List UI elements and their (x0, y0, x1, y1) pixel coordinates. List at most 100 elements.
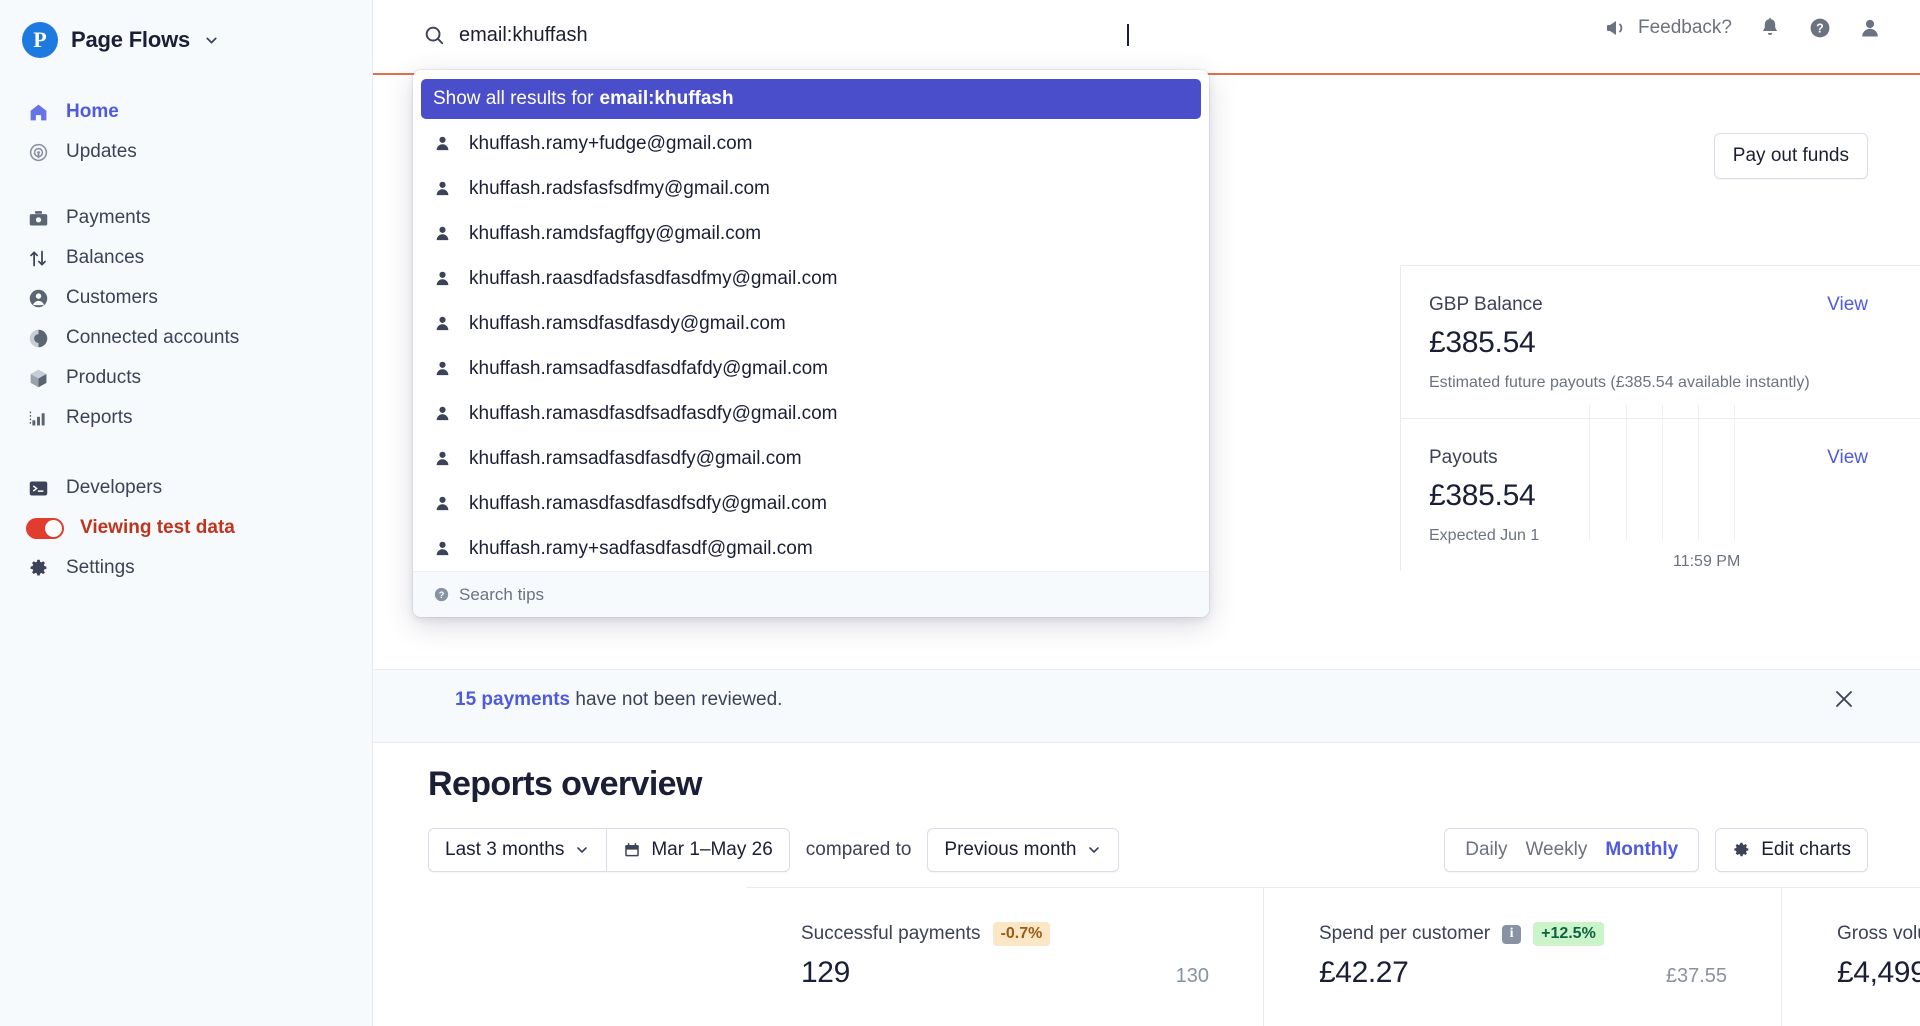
suggestion-item[interactable]: khuffash.ramasdfasdfasdfsdfy@gmail.com (413, 481, 1209, 526)
granularity-toggle[interactable]: Daily Weekly Monthly (1444, 828, 1700, 872)
brand-logo: P (22, 22, 58, 58)
sidebar-item-developers[interactable]: Developers (0, 468, 372, 508)
sidebar-item-label: Balances (66, 247, 145, 268)
suggestion-item[interactable]: khuffash.ramasdfasdfsadfasdfy@gmail.com (413, 391, 1209, 436)
feedback-label: Feedback? (1637, 17, 1732, 38)
balance-amount: £385.54 (1429, 326, 1536, 359)
gear-icon (26, 556, 50, 580)
payouts-label: Payouts (1429, 447, 1498, 468)
sidebar-item-updates[interactable]: Updates (0, 132, 372, 172)
sidebar: P Page Flows Home Updates Payments Balan… (0, 0, 373, 1026)
compared-to-label: compared to (805, 839, 912, 860)
metric-value: £42.27 (1319, 956, 1409, 989)
chart-view-controls: Daily Weekly Monthly Edit charts (1444, 828, 1868, 872)
date-range-value[interactable]: Mar 1–May 26 (606, 828, 790, 872)
balance-panel: GBP Balance View £385.54 Estimated futur… (1400, 265, 1920, 571)
toggle-on-icon[interactable] (26, 516, 64, 540)
metric-delta-badge: -0.7% (992, 922, 1051, 946)
bell-icon[interactable] (1758, 16, 1782, 40)
notice-link[interactable]: 15 payments (455, 689, 570, 710)
metric-card-successful-payments: Successful payments -0.7% 129 130 (746, 888, 1264, 1026)
edit-charts-label: Edit charts (1761, 839, 1851, 860)
suggestion-item[interactable]: khuffash.ramsadfasdfasdfafdy@gmail.com (413, 346, 1209, 391)
sidebar-item-customers[interactable]: Customers (0, 278, 372, 318)
metric-title: Successful payments (801, 923, 981, 944)
search-suggestions-dropdown: Show all results for email:khuffash khuf… (413, 70, 1209, 617)
sidebar-item-viewing-test-data[interactable]: Viewing test data (0, 508, 372, 548)
sidebar-item-products[interactable]: Products (0, 358, 372, 398)
connected-accounts-icon (26, 326, 50, 350)
info-icon[interactable]: i (1502, 924, 1522, 944)
balance-label: GBP Balance (1429, 294, 1543, 315)
person-icon (433, 404, 453, 423)
search-tips-link[interactable]: ? Search tips (413, 571, 1209, 617)
suggestion-email: khuffash.ramasdfasdfsadfasdfy@gmail.com (469, 402, 838, 424)
metric-card-spend-per-customer: Spend per customer i +12.5% £42.27 £37.5… (1264, 888, 1782, 1026)
granularity-weekly[interactable]: Weekly (1525, 839, 1587, 861)
metric-title: Spend per customer (1319, 923, 1491, 944)
edit-charts-button[interactable]: Edit charts (1715, 828, 1868, 872)
suggestion-item[interactable]: khuffash.radsfasfsdfmy@gmail.com (413, 166, 1209, 211)
pay-out-funds-button[interactable]: Pay out funds (1713, 133, 1868, 179)
metric-value: £4,499.60 (1837, 956, 1920, 989)
question-circle-icon: ? (433, 586, 450, 603)
question-circle-icon[interactable]: ? (1808, 16, 1832, 40)
sidebar-item-label: Settings (66, 557, 135, 578)
granularity-daily[interactable]: Daily (1465, 839, 1507, 861)
date-range-select[interactable]: Last 3 months (428, 828, 607, 872)
products-icon (26, 366, 50, 390)
suggestion-item[interactable]: khuffash.ramdsfagffgy@gmail.com (413, 211, 1209, 256)
granularity-monthly[interactable]: Monthly (1605, 839, 1678, 861)
megaphone-icon (1604, 16, 1628, 40)
show-all-prefix: Show all results for (433, 88, 594, 109)
suggestion-email: khuffash.ramsadfasdfasdfafdy@gmail.com (469, 357, 828, 379)
metric-delta-badge: +12.5% (1533, 922, 1604, 946)
page-title: Reports overview (428, 765, 702, 803)
search-icon (423, 24, 445, 46)
suggestion-item[interactable]: khuffash.ramy+fudge@gmail.com (413, 121, 1209, 166)
sidebar-item-label: Viewing test data (80, 517, 235, 538)
brand-name: Page Flows (71, 27, 191, 52)
suggestion-email: khuffash.ramy+sadfasdfasdf@gmail.com (469, 537, 813, 559)
header-actions: Feedback? ? (1604, 16, 1882, 40)
search-bar[interactable] (423, 14, 1163, 56)
sidebar-item-connected-accounts[interactable]: Connected accounts (0, 318, 372, 358)
payouts-view-link[interactable]: View (1827, 447, 1868, 469)
payouts-amount: £385.54 (1429, 479, 1536, 512)
sidebar-item-label: Reports (66, 407, 133, 428)
sidebar-item-reports[interactable]: Reports (0, 398, 372, 438)
chevron-down-icon (1086, 842, 1102, 858)
metric-value: 129 (801, 956, 850, 989)
sidebar-item-home[interactable]: Home (0, 92, 372, 132)
person-icon (433, 179, 453, 198)
svg-text:?: ? (439, 590, 445, 600)
suggestion-item[interactable]: khuffash.ramsdfasdfasdy@gmail.com (413, 301, 1209, 346)
sidebar-item-settings[interactable]: Settings (0, 548, 372, 588)
feedback-button[interactable]: Feedback? (1604, 16, 1732, 40)
balance-view-link[interactable]: View (1827, 294, 1868, 316)
metric-previous-value: £37.55 (1665, 965, 1727, 987)
user-avatar-icon[interactable] (1858, 16, 1882, 40)
notice-rest: have not been reviewed. (570, 689, 783, 710)
suggestion-item[interactable]: khuffash.raasdfadsfasdfasdfmy@gmail.com (413, 256, 1209, 301)
svg-text:?: ? (1816, 22, 1824, 36)
brand-switcher[interactable]: P Page Flows (0, 0, 372, 58)
terminal-icon (26, 476, 50, 500)
sidebar-item-label: Payments (66, 207, 151, 228)
suggestion-item[interactable]: khuffash.ramy+sadfasdfasdf@gmail.com (413, 526, 1209, 571)
compare-period-select[interactable]: Previous month (927, 828, 1120, 872)
nav-group-system: Developers Viewing test data Settings (0, 468, 372, 588)
sidebar-item-balances[interactable]: Balances (0, 238, 372, 278)
sidebar-item-label: Updates (66, 141, 137, 162)
suggestion-item[interactable]: khuffash.ramsadfasdfasdfy@gmail.com (413, 436, 1209, 481)
gear-icon (1732, 841, 1751, 860)
sidebar-item-payments[interactable]: Payments (0, 198, 372, 238)
reports-icon (26, 406, 50, 430)
search-tips-label: Search tips (459, 584, 545, 604)
close-icon[interactable] (1832, 687, 1856, 716)
show-all-results-option[interactable]: Show all results for email:khuffash (421, 79, 1201, 119)
person-icon (433, 494, 453, 513)
metric-card-gross-volume: Gross volume +11.6% £4,499.60 £4,030.67 (1782, 888, 1920, 1026)
home-icon (26, 100, 50, 124)
search-input[interactable] (459, 23, 1119, 47)
